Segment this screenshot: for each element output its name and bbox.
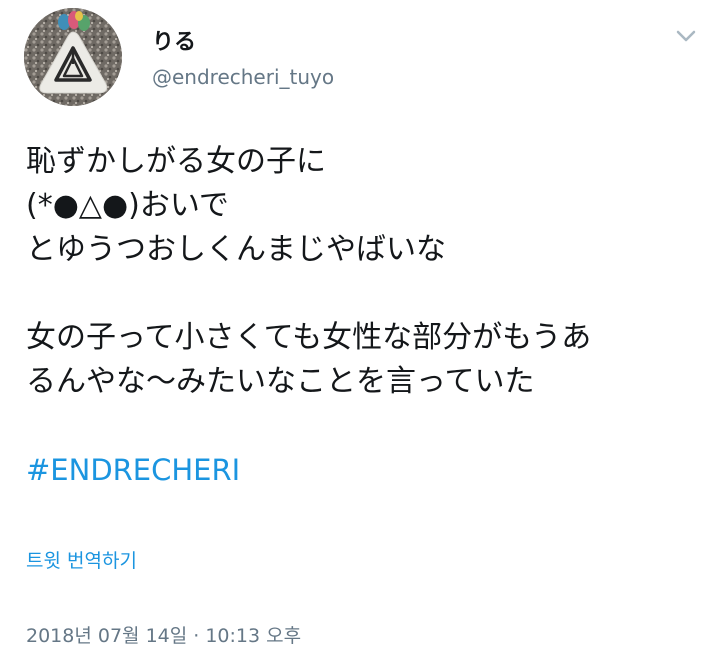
avatar[interactable] — [24, 8, 122, 106]
tweet-text-line: るんやな〜みたいなことを言っていた — [26, 364, 535, 399]
translate-tweet-link[interactable]: 트윗 번역하기 — [26, 547, 137, 575]
more-options-button[interactable] — [672, 22, 700, 50]
display-name[interactable]: りる — [152, 28, 196, 58]
tweet-text-line: 恥ずかしがる女の子に — [26, 144, 326, 179]
tweet-timestamp: 2018년 07월 14일 · 10:13 오후 — [26, 625, 302, 647]
tweet-text-line: (*●△●)おいで — [26, 188, 229, 223]
tweet-text-line: とゆうつおしくんまじやばいな — [26, 232, 446, 267]
hashtag-link[interactable]: #ENDRECHERI — [26, 450, 240, 490]
tweet-text: 恥ずかしがる女の子に (*●△●)おいで とゆうつおしくんまじやばいな 女の子っ… — [26, 140, 706, 404]
chevron-down-icon — [676, 30, 696, 42]
tweet-text-line: 女の子って小さくても女性な部分がもうあ — [26, 320, 592, 355]
triangle-logo-icon — [24, 8, 122, 106]
tweet-card: りる @endrecheri_tuyo 恥ずかしがる女の子に (*●△●)おいで… — [0, 0, 720, 655]
screen-name[interactable]: @endrecheri_tuyo — [152, 62, 334, 92]
